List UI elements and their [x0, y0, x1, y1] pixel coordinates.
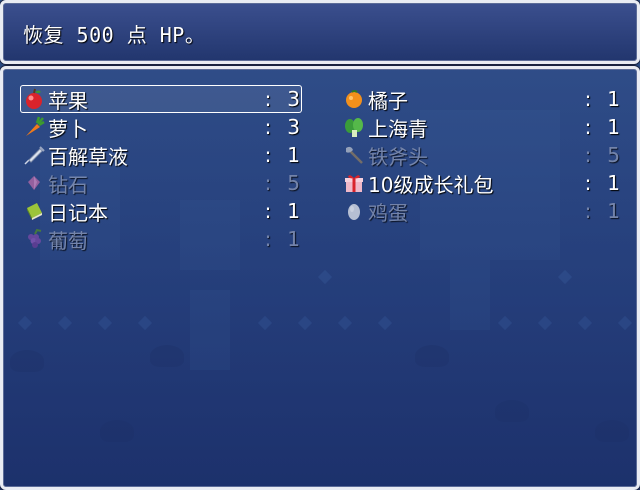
item-name: 日记本	[48, 200, 108, 225]
item-count: 3	[287, 87, 300, 111]
item-count: 1	[287, 227, 300, 251]
item-name: 上海青	[368, 116, 428, 141]
gift-icon	[342, 171, 366, 195]
item-greens[interactable]: 上海青 : 1	[340, 113, 622, 141]
item-name: 萝卜	[48, 116, 88, 141]
greens-icon	[342, 115, 366, 139]
item-count: 1	[287, 143, 300, 167]
apple-icon	[22, 87, 46, 111]
item-count: 5	[607, 143, 620, 167]
item-syringe[interactable]: 百解草液 : 1	[20, 141, 302, 169]
item-grape[interactable]: 葡萄 : 1	[20, 225, 302, 253]
syringe-icon	[22, 143, 46, 167]
item-description: 恢复 500 点 HP。	[23, 23, 206, 47]
book-icon	[22, 199, 46, 223]
grape-icon	[22, 227, 46, 251]
item-name: 鸡蛋	[368, 200, 408, 225]
item-count: 5	[287, 171, 300, 195]
count-separator: :	[264, 199, 272, 223]
item-iron-axe[interactable]: 铁斧头 : 5	[340, 141, 622, 169]
item-orange[interactable]: 橘子 : 1	[340, 85, 622, 113]
count-separator: :	[264, 115, 272, 139]
axe-icon	[342, 143, 366, 167]
item-carrot[interactable]: 萝卜 : 3	[20, 113, 302, 141]
count-separator: :	[264, 171, 272, 195]
item-name: 葡萄	[48, 228, 88, 253]
item-level-10-gift-pack[interactable]: 10级成长礼包 : 1	[340, 169, 622, 197]
item-name: 铁斧头	[368, 144, 428, 169]
count-separator: :	[584, 87, 592, 111]
item-apple[interactable]: 苹果 : 3	[20, 85, 302, 113]
count-separator: :	[584, 115, 592, 139]
item-list-window: 苹果 : 3 橘子 : 1 萝卜 : 3 上海青 : 1 百解草液 : 1 铁斧…	[0, 66, 640, 490]
item-count: 3	[287, 115, 300, 139]
help-window: 恢复 500 点 HP。	[0, 0, 640, 64]
orange-icon	[342, 87, 366, 111]
item-count: 1	[607, 115, 620, 139]
count-separator: :	[264, 143, 272, 167]
egg-icon	[342, 199, 366, 223]
item-count: 1	[607, 171, 620, 195]
item-count: 1	[607, 199, 620, 223]
item-count: 1	[607, 87, 620, 111]
gem-icon	[22, 171, 46, 195]
item-name: 苹果	[48, 88, 88, 113]
item-diary[interactable]: 日记本 : 1	[20, 197, 302, 225]
item-count: 1	[287, 199, 300, 223]
item-name: 10级成长礼包	[368, 172, 494, 197]
item-name: 百解草液	[48, 144, 128, 169]
count-separator: :	[264, 87, 272, 111]
item-egg[interactable]: 鸡蛋 : 1	[340, 197, 622, 225]
item-diamond[interactable]: 钻石 : 5	[20, 169, 302, 197]
carrot-icon	[22, 115, 46, 139]
count-separator: :	[584, 171, 592, 195]
item-name: 钻石	[48, 172, 88, 197]
count-separator: :	[264, 227, 272, 251]
count-separator: :	[584, 143, 592, 167]
count-separator: :	[584, 199, 592, 223]
item-name: 橘子	[368, 88, 408, 113]
